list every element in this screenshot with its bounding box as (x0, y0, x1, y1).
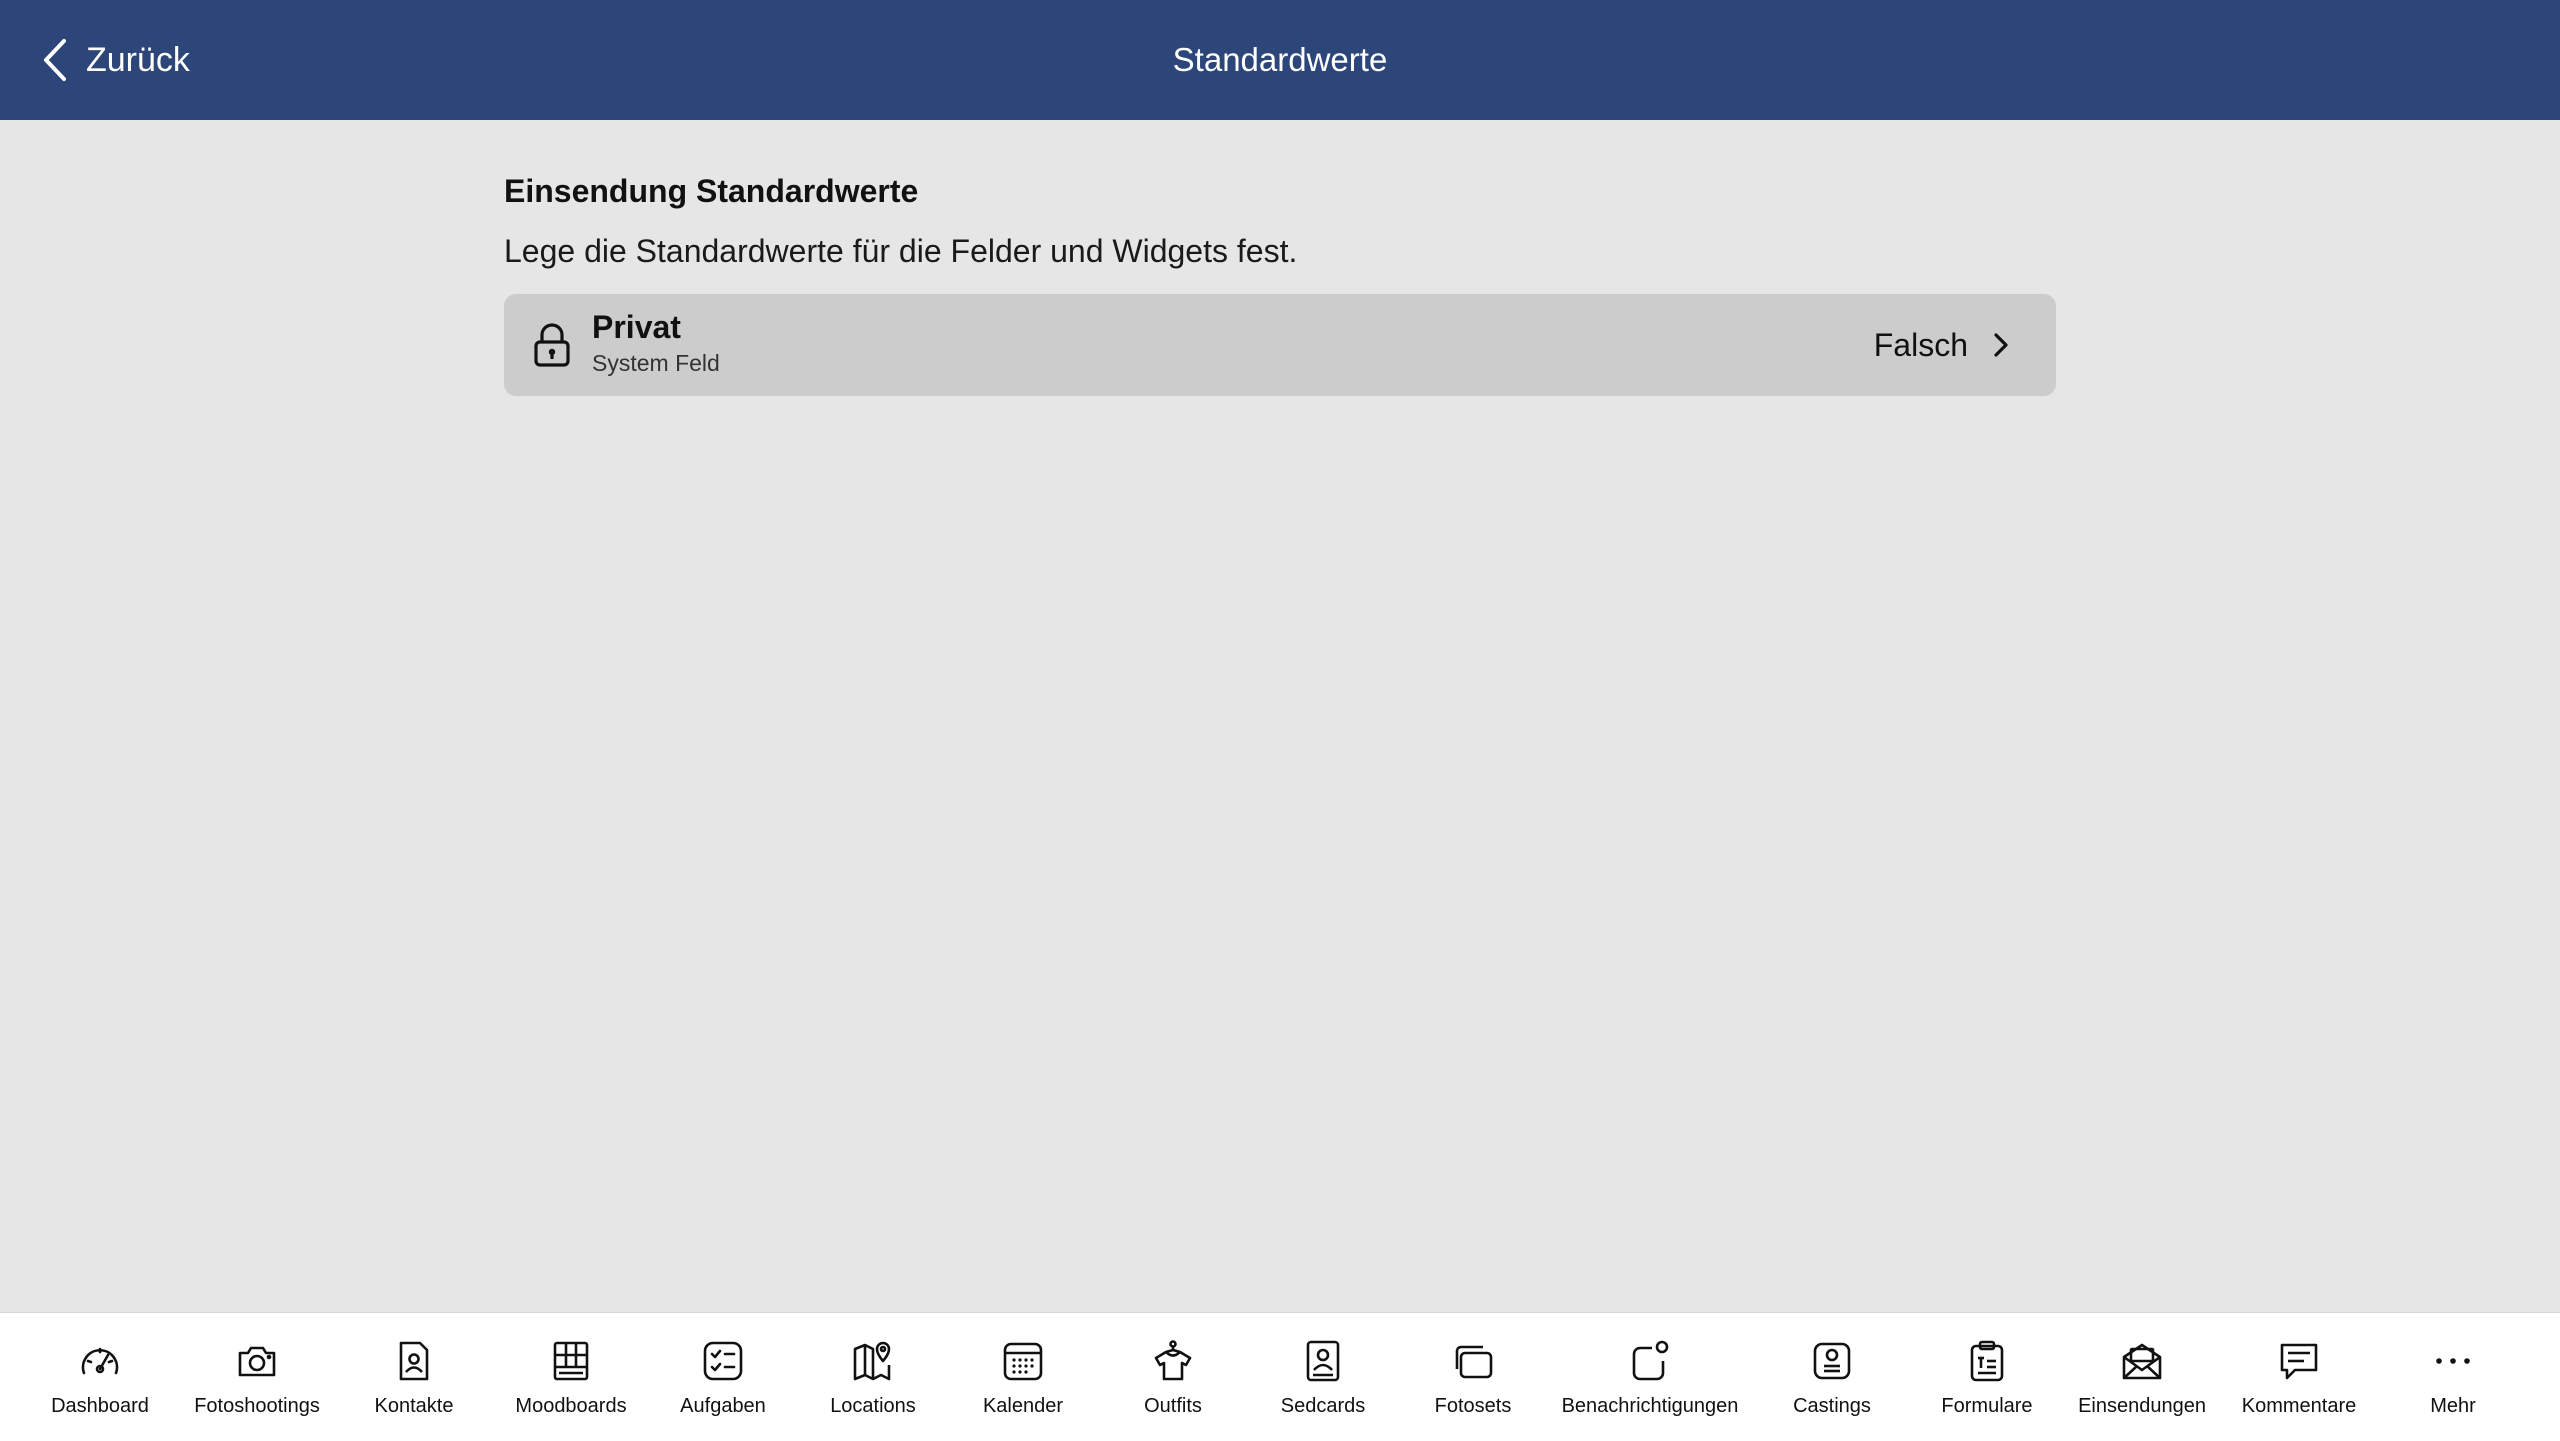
tab-label: Kommentare (2241, 1395, 2357, 1417)
comment-icon (2280, 1343, 2318, 1380)
tab-label: Castings (1793, 1395, 1871, 1417)
chevron-right-icon (1994, 333, 2008, 357)
tab-kommentare[interactable]: Kommentare (2202, 1313, 2396, 1441)
checklist-icon (703, 1341, 743, 1381)
section-title: Einsendung Standardwerte (504, 173, 919, 209)
section-description: Lege die Standardwerte für die Felder un… (504, 233, 1298, 269)
tab-benachrichtigungen[interactable]: Benachrichtigungen (1528, 1313, 1772, 1441)
tab-kalender[interactable]: Kalender (928, 1313, 1118, 1441)
tab-label: Outfits (1144, 1395, 1202, 1417)
more-dots-icon (2436, 1358, 2470, 1364)
clipboard-form-icon (1970, 1340, 2004, 1382)
tab-label: Mehr (2430, 1395, 2476, 1417)
tab-formulare[interactable]: Formulare (1892, 1313, 2082, 1441)
field-subtitle: System Feld (592, 350, 720, 376)
tab-einsendungen[interactable]: Einsendungen (2078, 1313, 2206, 1441)
tab-sedcards[interactable]: Sedcards (1228, 1313, 1418, 1441)
back-button[interactable]: Zurück (38, 30, 190, 90)
moodboard-grid-icon (553, 1341, 589, 1381)
tab-fotosets[interactable]: Fotosets (1418, 1313, 1528, 1441)
tab-label: Moodboards (515, 1395, 627, 1417)
navigation-bar: Zurück Standardwerte (0, 0, 2560, 120)
tab-aufgaben[interactable]: Aufgaben (628, 1313, 818, 1441)
tab-label: Dashboard (51, 1395, 149, 1417)
field-value: Falsch (1873, 327, 1968, 363)
page-title: Standardwerte (1172, 41, 1388, 78)
tab-label: Fotoshootings (194, 1395, 320, 1417)
field-name: Privat (592, 309, 681, 345)
field-row-privat[interactable]: Privat System Feld Falsch (504, 294, 2056, 396)
portrait-card-icon (1306, 1340, 1340, 1382)
tab-label: Sedcards (1280, 1395, 1366, 1417)
tab-label: Benachrichtigungen (1561, 1395, 1739, 1417)
back-label: Zurück (86, 40, 190, 79)
tab-locations[interactable]: Locations (818, 1313, 928, 1441)
calendar-icon (1003, 1342, 1043, 1381)
lock-icon (534, 323, 570, 367)
tab-bar: Dashboard Fotoshootings Kontakte Moodboa… (0, 1312, 2560, 1441)
notification-icon (1632, 1340, 1669, 1381)
tab-moodboards[interactable]: Moodboards (514, 1313, 628, 1441)
tab-label: Locations (830, 1395, 916, 1417)
tab-label: Formulare (1941, 1395, 2033, 1417)
photo-stack-icon (1455, 1345, 1493, 1379)
camera-icon (238, 1346, 276, 1377)
shirt-hanger-icon (1154, 1340, 1192, 1381)
envelope-icon (2122, 1343, 2162, 1380)
tab-label: Aufgaben (680, 1395, 766, 1417)
contact-card-icon (399, 1341, 429, 1381)
gauge-icon (81, 1347, 119, 1375)
tab-kontakte[interactable]: Kontakte (314, 1313, 514, 1441)
tab-label: Fotosets (1434, 1395, 1512, 1417)
chevron-left-icon (44, 39, 66, 81)
tab-outfits[interactable]: Outfits (1118, 1313, 1228, 1441)
tab-fotoshootings[interactable]: Fotoshootings (194, 1313, 320, 1441)
map-pin-icon (853, 1341, 891, 1381)
tab-label: Kalender (982, 1395, 1064, 1417)
tab-castings[interactable]: Castings (1772, 1313, 1892, 1441)
tab-label: Einsendungen (2078, 1395, 2206, 1417)
tab-label: Kontakte (374, 1395, 454, 1417)
main-content: Einsendung Standardwerte Lege die Standa… (504, 168, 2056, 396)
tab-mehr[interactable]: Mehr (2396, 1313, 2510, 1441)
tab-dashboard[interactable]: Dashboard (0, 1313, 200, 1441)
casting-icon (1813, 1342, 1851, 1380)
